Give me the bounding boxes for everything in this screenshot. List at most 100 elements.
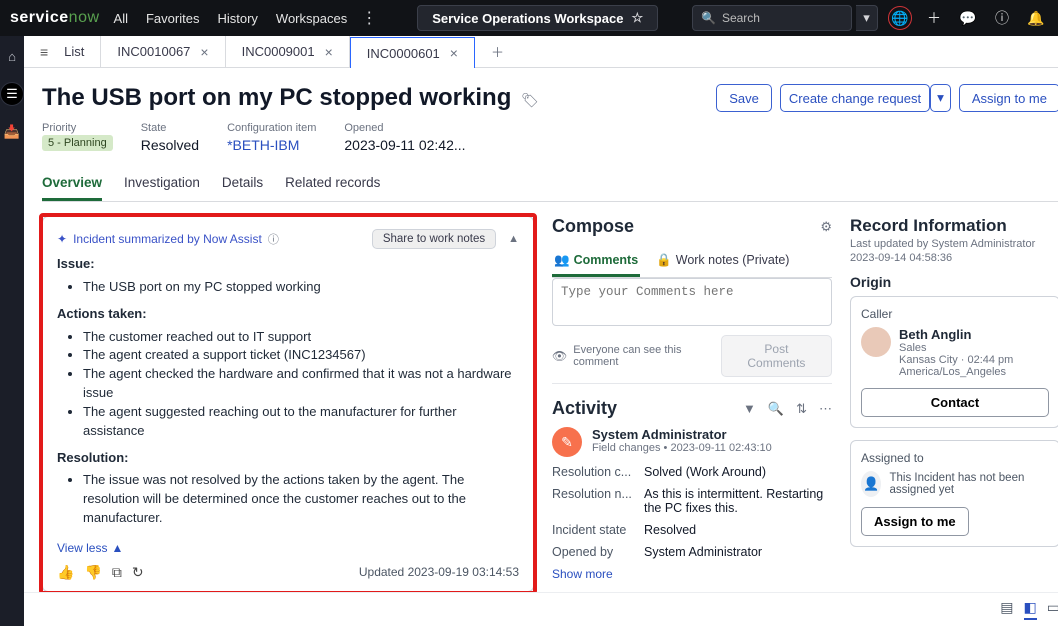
sparkle-icon: ✦ — [57, 232, 67, 246]
nav-history[interactable]: History — [213, 7, 261, 30]
avatar — [861, 327, 891, 357]
post-comments-button[interactable]: Post Comments — [721, 335, 832, 377]
search-scope-dropdown[interactable]: ▾ — [856, 5, 878, 31]
assigned-to-label: Assigned to — [861, 451, 1049, 465]
tab-inc0000601[interactable]: INC0000601× — [350, 37, 475, 68]
left-rail: ⌂ ☰ 📥 — [0, 36, 24, 626]
contact-button[interactable]: Contact — [861, 388, 1049, 417]
tab-comments[interactable]: 👥Comments — [552, 247, 640, 277]
now-assist-card: ✦ Incident summarized by Now Assist ⓘ Sh… — [42, 216, 534, 592]
tab-overview[interactable]: Overview — [42, 167, 102, 201]
nav-all[interactable]: All — [110, 7, 132, 30]
create-change-dropdown[interactable]: ▾ — [930, 84, 951, 112]
tag-icon[interactable]: 🏷 — [521, 92, 539, 108]
nav-more-icon[interactable]: ⋮ — [361, 8, 377, 28]
view-less-toggle[interactable]: View less ▲ — [57, 540, 123, 557]
resolution-heading: Resolution: — [57, 450, 129, 465]
priority-value: 5 - Planning — [42, 135, 113, 151]
nav-favorites[interactable]: Favorites — [142, 7, 203, 30]
state-value: Resolved — [141, 137, 199, 153]
tab-add[interactable]: ＋ — [475, 36, 520, 67]
assist-body: Issue: The USB port on my PC stopped wor… — [57, 255, 519, 558]
kv-value: As this is intermittent. Restarting the … — [644, 487, 832, 515]
close-icon[interactable]: × — [325, 44, 333, 60]
close-icon[interactable]: × — [200, 44, 208, 60]
record-info-panel: Record Information Last updated by Syste… — [850, 216, 1058, 547]
compose-panel: Compose ⚙ 👥Comments 🔒Work notes (Private… — [552, 216, 832, 384]
tab-worknotes[interactable]: 🔒Work notes (Private) — [654, 247, 791, 277]
tab-inc0010067[interactable]: INC0010067× — [101, 36, 225, 67]
activity-title: Activity — [552, 398, 617, 419]
caller-location: Kansas City · 02:44 pm — [899, 354, 1013, 366]
more-icon[interactable]: ⋯ — [819, 401, 832, 417]
tab-investigation[interactable]: Investigation — [124, 167, 200, 201]
share-to-worknotes-button[interactable]: Share to work notes — [372, 229, 496, 249]
kv-label: Incident state — [552, 523, 644, 537]
brand-logo: servicenow — [10, 9, 100, 27]
refresh-icon[interactable]: ↻ — [132, 564, 144, 581]
search-placeholder: Search — [722, 11, 760, 25]
rail-list-icon[interactable]: ☰ — [0, 82, 24, 106]
tab-details[interactable]: Details — [222, 167, 263, 201]
activity-sub: Field changes • 2023-09-11 02:43:10 — [592, 442, 772, 454]
compose-title: Compose — [552, 216, 634, 237]
comment-input[interactable] — [552, 278, 832, 326]
tab-related-records[interactable]: Related records — [285, 167, 380, 201]
layout-full-icon[interactable]: ▭ — [1047, 599, 1058, 620]
layout-split-icon[interactable]: ◧ — [1024, 599, 1037, 620]
help-icon[interactable]: ⓘ — [990, 6, 1014, 30]
thumbs-up-icon[interactable]: 👍 — [57, 564, 74, 581]
star-icon[interactable]: ☆ — [631, 10, 643, 26]
create-icon[interactable]: ＋ — [922, 6, 946, 30]
show-more-link[interactable]: Show more — [552, 567, 832, 581]
caller-timezone: America/Los_Angeles — [899, 366, 1013, 378]
global-search-input[interactable]: 🔍 Search — [692, 5, 852, 31]
ci-label: Configuration item — [227, 122, 316, 134]
workspace-pill[interactable]: Service Operations Workspace ☆ — [417, 5, 658, 31]
kv-value: Solved (Work Around) — [644, 465, 832, 479]
origin-heading: Origin — [850, 274, 1058, 290]
section-tabs: Overview Investigation Details Related r… — [42, 167, 1058, 202]
record-tabs: List INC0010067× INC0009001× INC0000601×… — [24, 36, 1058, 68]
eye-icon: 👁 — [552, 349, 567, 363]
ci-value[interactable]: *BETH-IBM — [227, 137, 316, 153]
collapse-icon[interactable]: ▲ — [508, 233, 519, 245]
record-updated-ts: 2023-09-14 04:58:36 — [850, 252, 1058, 264]
layout-compact-icon[interactable]: ▤ — [1000, 599, 1013, 620]
opened-value: 2023-09-11 02:42... — [344, 137, 465, 153]
globe-icon[interactable]: 🌐 — [888, 6, 912, 30]
action-item: The agent checked the hardware and confi… — [83, 365, 519, 403]
tab-list[interactable]: List — [24, 36, 101, 67]
tab-inc0009001[interactable]: INC0009001× — [226, 36, 350, 67]
people-icon: 👥 — [554, 253, 570, 268]
close-icon[interactable]: × — [450, 45, 458, 61]
thumbs-down-icon[interactable]: 👎 — [84, 564, 101, 581]
visibility-note: Everyone can see this comment — [573, 344, 715, 368]
settings-icon[interactable]: ⚙ — [820, 219, 832, 235]
rail-home-icon[interactable]: ⌂ — [0, 44, 24, 68]
kv-label: Resolution c... — [552, 465, 644, 479]
create-change-request-button[interactable]: Create change request — [780, 84, 930, 112]
record-updated-by: Last updated by System Administrator — [850, 238, 1058, 250]
sort-icon[interactable]: ⇅ — [796, 401, 807, 417]
nav-workspaces[interactable]: Workspaces — [272, 7, 351, 30]
workspace-label: Service Operations Workspace — [432, 11, 623, 26]
copy-icon[interactable]: ⧉ — [112, 564, 122, 581]
assigned-to-card: Assigned to 👤 This Incident has not been… — [850, 440, 1058, 547]
assign-to-me-button[interactable]: Assign to me — [861, 507, 969, 536]
action-item: The agent created a support ticket (INC1… — [83, 346, 519, 365]
kv-value: Resolved — [644, 523, 832, 537]
search-icon: 🔍 — [701, 11, 716, 25]
action-item: The customer reached out to IT support — [83, 328, 519, 347]
opened-label: Opened — [344, 122, 465, 134]
rail-inbox-icon[interactable]: 📥 — [0, 120, 24, 144]
info-icon[interactable]: ⓘ — [268, 231, 279, 247]
save-button[interactable]: Save — [716, 84, 772, 112]
caller-role: Sales — [899, 342, 1013, 354]
filter-icon[interactable]: ▼ — [743, 401, 756, 417]
notifications-icon[interactable]: 🔔 — [1024, 6, 1048, 30]
assign-to-me-button[interactable]: Assign to me — [959, 84, 1058, 112]
assigned-empty-text: This Incident has not been assigned yet — [889, 472, 1049, 496]
discussions-icon[interactable]: 💬 — [956, 6, 980, 30]
search-icon[interactable]: 🔍 — [768, 401, 784, 417]
